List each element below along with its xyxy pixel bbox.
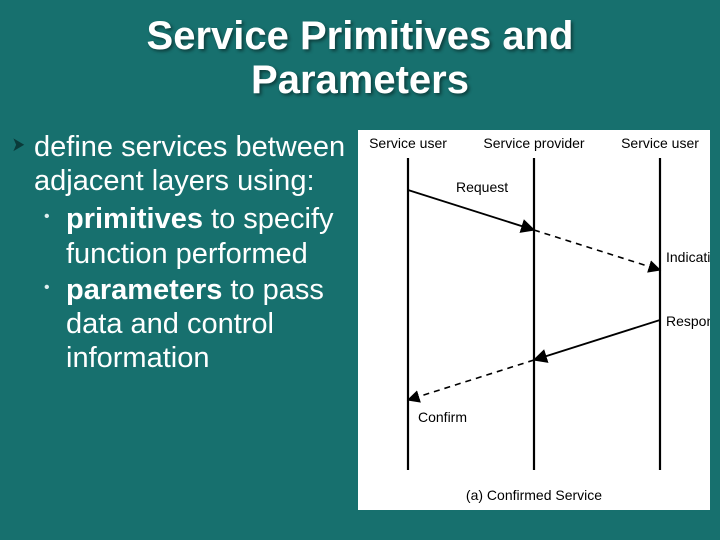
sequence-diagram: Service user Service provider Service us… xyxy=(358,130,710,510)
label-response: Response xyxy=(666,313,710,329)
bullet-level1-text: define services between adjacent layers … xyxy=(34,131,345,197)
bullet-level2-1: primitives to specify function performed xyxy=(10,202,350,270)
bullet-level2-2-bold: parameters xyxy=(66,274,222,306)
diagram-caption: (a) Confirmed Service xyxy=(466,487,602,503)
label-indication: Indication xyxy=(666,249,710,265)
bullet-level2-1-bold: primitives xyxy=(66,203,203,235)
label-confirm: Confirm xyxy=(418,409,467,425)
slide: Service Primitives and Parameters define… xyxy=(0,0,720,540)
arrow-response xyxy=(534,320,660,360)
actor-right-label: Service user xyxy=(621,135,699,151)
diagram-svg: Service user Service provider Service us… xyxy=(358,130,710,510)
slide-body: define services between adjacent layers … xyxy=(10,130,350,376)
bullet-level2-2: parameters to pass data and control info… xyxy=(10,273,350,376)
slide-title: Service Primitives and Parameters xyxy=(0,0,720,102)
arrow-confirm xyxy=(408,360,534,400)
title-line-2: Parameters xyxy=(251,58,469,102)
arrow-indication xyxy=(534,230,660,270)
bullet-level1: define services between adjacent layers … xyxy=(10,130,350,198)
label-request: Request xyxy=(456,179,508,195)
title-line-1: Service Primitives and xyxy=(147,14,574,58)
actor-left-label: Service user xyxy=(369,135,447,151)
actor-center-label: Service provider xyxy=(483,135,584,151)
arrow-request xyxy=(408,190,534,230)
